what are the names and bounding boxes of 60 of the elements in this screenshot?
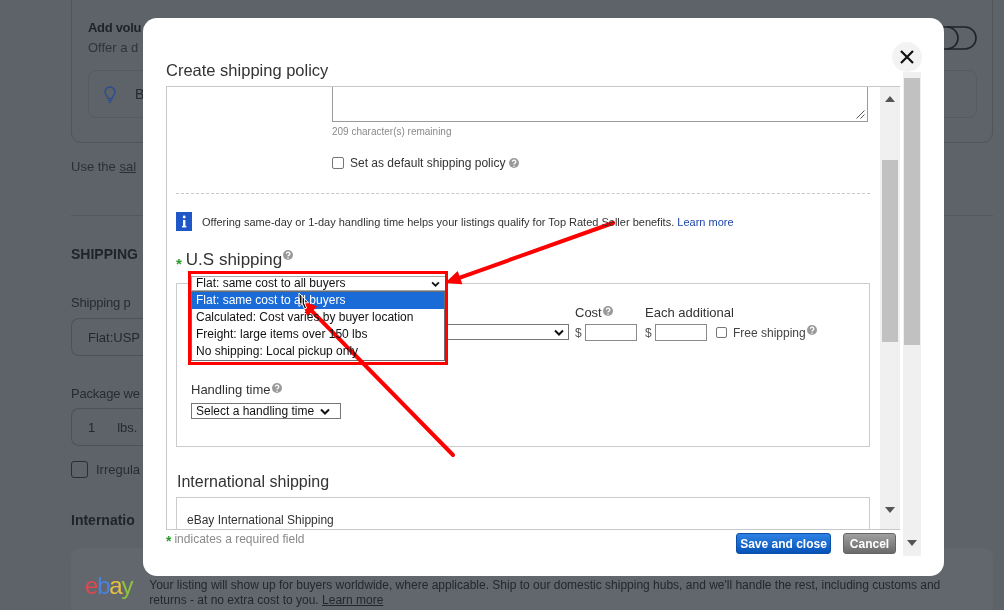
info-icon bbox=[176, 212, 192, 231]
checkbox[interactable] bbox=[716, 327, 727, 338]
currency-symbol: $ bbox=[575, 325, 582, 340]
checkbox-label: Free shipping bbox=[733, 325, 806, 340]
checkbox-label: Irregula bbox=[96, 462, 141, 477]
weight-value: 1 bbox=[88, 419, 96, 435]
scroll-down-arrow-icon[interactable] bbox=[885, 507, 895, 513]
international-option-text: eBay International Shipping bbox=[187, 513, 334, 527]
cost-label: Cost bbox=[575, 305, 602, 320]
promo-title: Add volu bbox=[88, 19, 142, 37]
close-button[interactable] bbox=[892, 42, 922, 72]
dialog-title: Create shipping policy bbox=[166, 60, 330, 80]
scroll-up-arrow-icon[interactable] bbox=[885, 96, 895, 102]
resize-grip-icon[interactable] bbox=[856, 110, 865, 119]
tip-text: B bbox=[135, 86, 145, 102]
program-description: Your listing will show up for buyers worldwide, where applicable. Ship to our domestic shipping hubs, and we'll handle the rest, including customs and returns - at no extra cost to you. Learn more bbox=[149, 578, 942, 608]
caret-icon bbox=[320, 407, 331, 415]
lightbulb-icon bbox=[104, 85, 116, 103]
notice-text: Offering same-day or 1-day handling time helps your listings qualify for Top Rated Seller benefits. Learn more bbox=[202, 214, 734, 229]
caret-icon bbox=[431, 280, 440, 287]
currency-symbol: $ bbox=[645, 325, 652, 340]
help-icon[interactable] bbox=[271, 383, 282, 393]
section-heading: Internatio bbox=[71, 511, 135, 529]
cancel-button[interactable]: Cancel bbox=[843, 533, 896, 554]
field-label: Shipping p bbox=[71, 294, 131, 312]
scrollbar-thumb[interactable] bbox=[904, 78, 920, 345]
section-heading: U.S shipping bbox=[185, 249, 283, 270]
caret-icon bbox=[554, 328, 564, 336]
cost-input[interactable] bbox=[584, 324, 637, 341]
required-mark: * bbox=[176, 254, 182, 274]
weight-unit: lbs. bbox=[117, 419, 138, 435]
character-counter: 209 character(s) remaining bbox=[332, 125, 453, 138]
help-icon[interactable] bbox=[509, 157, 520, 168]
handling-time-label: Handling time bbox=[191, 382, 271, 397]
learn-more-link[interactable]: Learn more bbox=[322, 593, 384, 607]
close-icon bbox=[900, 50, 914, 64]
checkbox[interactable] bbox=[332, 156, 344, 169]
learn-more-link[interactable]: Learn more bbox=[677, 215, 734, 228]
save-button[interactable]: Save and close bbox=[736, 533, 831, 554]
required-mark: * bbox=[166, 532, 172, 550]
help-icon[interactable] bbox=[806, 325, 817, 335]
scrollbar-thumb[interactable] bbox=[882, 160, 898, 342]
section-heading: SHIPPING bbox=[71, 245, 138, 263]
toggle-switch[interactable] bbox=[943, 26, 977, 50]
help-icon[interactable] bbox=[283, 250, 294, 260]
each-additional-label: Each additional bbox=[645, 305, 734, 320]
checkbox[interactable] bbox=[71, 461, 88, 478]
help-icon[interactable] bbox=[602, 306, 613, 316]
handling-time-select[interactable]: Select a handling time bbox=[191, 403, 341, 419]
field-label: Package we bbox=[71, 385, 140, 403]
required-field-note: indicates a required field bbox=[174, 532, 305, 546]
shipping-type-select[interactable]: Flat: same cost to all buyers bbox=[191, 276, 446, 291]
additional-cost-input[interactable] bbox=[654, 324, 707, 341]
brand-logo: ebay bbox=[85, 574, 133, 598]
section-heading: International shipping bbox=[177, 472, 331, 492]
checkbox-label: Set as default shipping policy bbox=[350, 155, 506, 170]
scrollbar[interactable] bbox=[880, 87, 900, 529]
scrollbar[interactable] bbox=[903, 72, 921, 556]
scroll-down-arrow-icon[interactable] bbox=[907, 540, 917, 546]
description-field[interactable] bbox=[332, 87, 868, 122]
